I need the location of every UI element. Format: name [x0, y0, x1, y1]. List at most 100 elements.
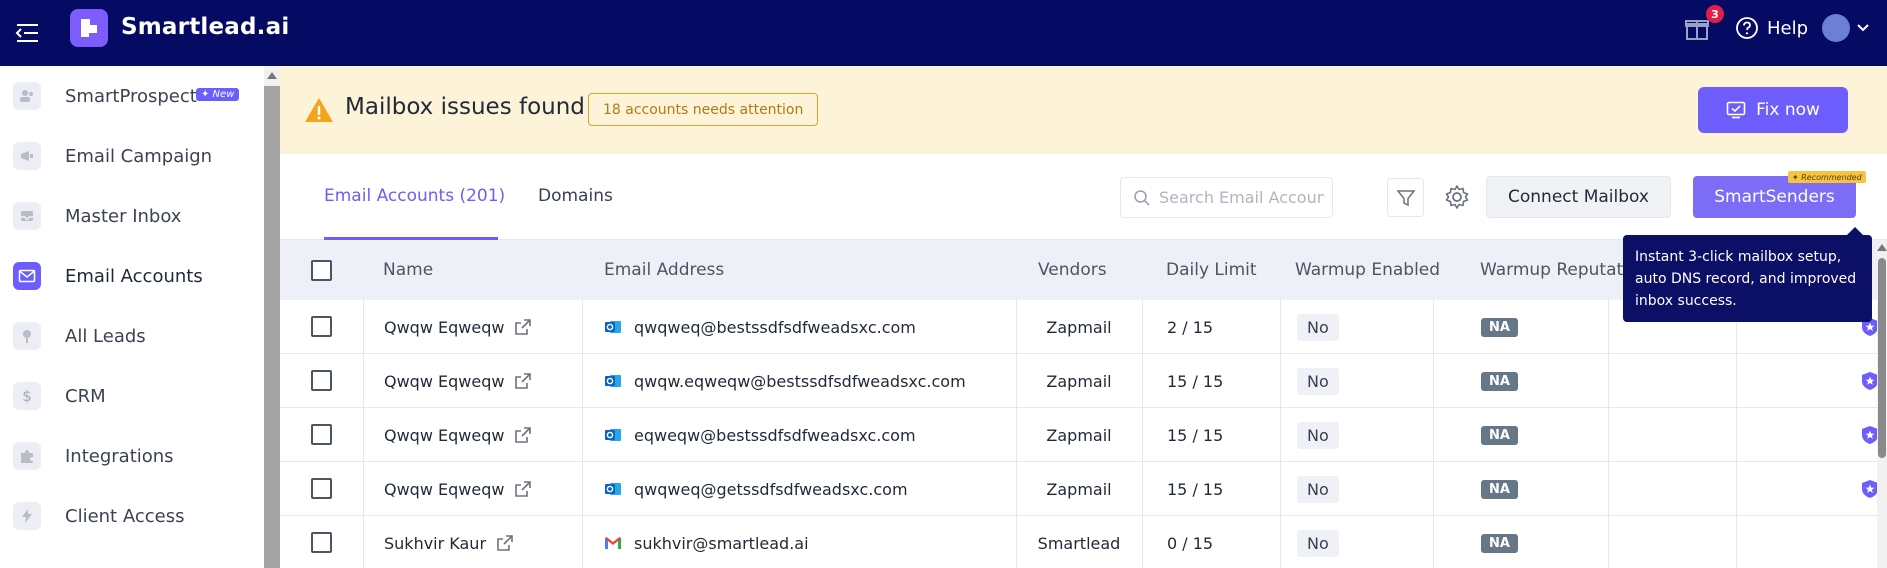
column-divider	[363, 354, 364, 408]
sidebar-scrollbar[interactable]	[264, 66, 280, 568]
column-header-daily-limit[interactable]: Daily Limit	[1166, 260, 1257, 280]
select-all-checkbox[interactable]	[311, 260, 332, 281]
tab-domains[interactable]: Domains	[538, 186, 613, 206]
tab-email-accounts[interactable]: Email Accounts (201)	[324, 186, 505, 206]
email-address: qwqw.eqweqw@bestssdfsdfweadsxc.com	[634, 371, 966, 391]
vendor-cell: Zapmail	[1046, 425, 1112, 445]
account-name[interactable]: Qwqw Eqweqw	[384, 372, 504, 391]
sidebar-item-integrations[interactable]: Integrations	[0, 426, 262, 486]
sidebar-item-email-accounts[interactable]: Email Accounts	[0, 246, 262, 306]
main-scrollbar[interactable]	[1877, 240, 1887, 568]
column-header-email[interactable]: Email Address	[604, 260, 724, 280]
menu-collapse-icon[interactable]	[14, 20, 40, 46]
account-name[interactable]: Qwqw Eqweqw	[384, 318, 504, 337]
search-icon	[1134, 190, 1150, 206]
column-divider	[1433, 408, 1434, 462]
email-address: qwqweq@getssdfsdfweadsxc.com	[634, 479, 908, 499]
connect-mailbox-button[interactable]: Connect Mailbox	[1486, 176, 1671, 218]
name-cell: Qwqw Eqweqw	[384, 354, 532, 408]
sidebar-item-label: Master Inbox	[65, 205, 182, 227]
fix-now-button[interactable]: Fix now	[1698, 87, 1848, 133]
row-checkbox[interactable]	[311, 532, 332, 553]
help-label: Help	[1767, 17, 1809, 39]
search-input[interactable]	[1159, 188, 1324, 207]
column-divider	[1280, 408, 1281, 462]
column-divider	[1142, 408, 1143, 462]
logo-icon[interactable]	[70, 9, 108, 47]
column-divider	[1736, 462, 1737, 516]
scroll-up-icon[interactable]	[267, 72, 277, 79]
email-address: eqweqw@bestssdfsdfweadsxc.com	[634, 425, 916, 445]
column-divider	[1280, 462, 1281, 516]
column-divider	[582, 516, 583, 568]
warmup-enabled-cell: No	[1297, 354, 1339, 408]
warmup-reputation-cell: NA	[1481, 516, 1518, 568]
brand-name[interactable]: Smartlead.ai	[121, 14, 289, 40]
attention-chip[interactable]: 18 accounts needs attention	[588, 93, 819, 126]
column-divider	[1433, 300, 1434, 354]
column-divider	[1280, 300, 1281, 354]
external-link-icon[interactable]	[514, 372, 532, 390]
table-row[interactable]: Qwqw Eqweqw qwqw.eqweqw@bestssdfsdfweadsx…	[280, 354, 1880, 408]
row-checkbox[interactable]	[311, 478, 332, 499]
search-box[interactable]	[1120, 177, 1333, 218]
table-row[interactable]: Qwqw Eqweqw eqweqw@bestssdfsdfweadsxc.com…	[280, 408, 1880, 462]
column-header-warmup-enabled[interactable]: Warmup Enabled	[1295, 260, 1440, 280]
email-address: sukhvir@smartlead.ai	[634, 533, 809, 553]
sidebar-item-label: Email Campaign	[65, 145, 213, 167]
chevron-down-icon[interactable]	[1855, 20, 1871, 36]
external-link-icon[interactable]	[496, 534, 514, 552]
warmup-reputation-cell: NA	[1481, 354, 1518, 408]
email-cell: eqweqw@bestssdfsdfweadsxc.com	[604, 408, 916, 462]
row-checkbox[interactable]	[311, 424, 332, 445]
column-divider	[1142, 462, 1143, 516]
table-row[interactable]: Sukhvir Kaur sukhvir@smartlead.ai Smartlea…	[280, 516, 1880, 568]
column-divider	[582, 354, 583, 408]
warmup-status: No	[1297, 367, 1339, 395]
filter-button[interactable]	[1387, 178, 1424, 217]
column-divider	[582, 300, 583, 354]
column-divider	[1142, 300, 1143, 354]
recommended-badge: ✦ Recommended	[1788, 171, 1866, 183]
column-divider	[363, 300, 364, 354]
column-header-warmup-reputation[interactable]: Warmup Reputat	[1480, 260, 1623, 280]
reputation-badge: NA	[1481, 479, 1518, 499]
daily-limit-cell: 15 / 15	[1167, 479, 1224, 499]
column-header-name[interactable]: Name	[383, 260, 433, 280]
gear-icon[interactable]	[1443, 183, 1471, 211]
sidebar-item-label: Email Accounts	[65, 265, 203, 287]
scrollbar-thumb[interactable]	[1878, 258, 1886, 458]
column-divider	[363, 516, 364, 568]
account-name[interactable]: Sukhvir Kaur	[384, 534, 486, 553]
account-name[interactable]: Qwqw Eqweqw	[384, 426, 504, 445]
column-divider	[363, 408, 364, 462]
name-cell: Sukhvir Kaur	[384, 516, 514, 568]
sidebar-item-smartprospect[interactable]: SmartProspect ✦ New	[0, 66, 262, 126]
sidebar-item-email-campaign[interactable]: Email Campaign	[0, 126, 262, 186]
warmup-reputation-cell: NA	[1481, 408, 1518, 462]
row-checkbox[interactable]	[311, 370, 332, 391]
sidebar-item-crm[interactable]: $ CRM	[0, 366, 262, 426]
scroll-up-icon[interactable]	[1877, 244, 1887, 251]
user-avatar[interactable]	[1822, 14, 1850, 42]
sidebar-item-master-inbox[interactable]: Master Inbox	[0, 186, 262, 246]
scrollbar-thumb[interactable]	[264, 86, 280, 568]
external-link-icon[interactable]	[514, 318, 532, 336]
notification-badge: 3	[1706, 5, 1724, 23]
sidebar-item-label: SmartProspect	[65, 85, 197, 107]
email-cell: qwqw.eqweqw@bestssdfsdfweadsxc.com	[604, 354, 966, 408]
table-row[interactable]: Qwqw Eqweqw qwqweq@getssdfsdfweadsxc.com Z…	[280, 462, 1880, 516]
sidebar-item-client-access[interactable]: Client Access	[0, 486, 262, 546]
column-divider	[1608, 408, 1609, 462]
users-icon	[13, 82, 41, 110]
external-link-icon[interactable]	[514, 426, 532, 444]
help-link[interactable]: Help	[1735, 16, 1808, 40]
email-address: qwqweq@bestssdfsdfweadsxc.com	[634, 317, 916, 337]
column-divider	[1736, 408, 1737, 462]
row-checkbox[interactable]	[311, 316, 332, 337]
column-header-vendors[interactable]: Vendors	[1038, 260, 1107, 280]
external-link-icon[interactable]	[514, 480, 532, 498]
sidebar-item-all-leads[interactable]: All Leads	[0, 306, 262, 366]
account-name[interactable]: Qwqw Eqweqw	[384, 480, 504, 499]
alert-title: Mailbox issues found	[345, 94, 585, 120]
